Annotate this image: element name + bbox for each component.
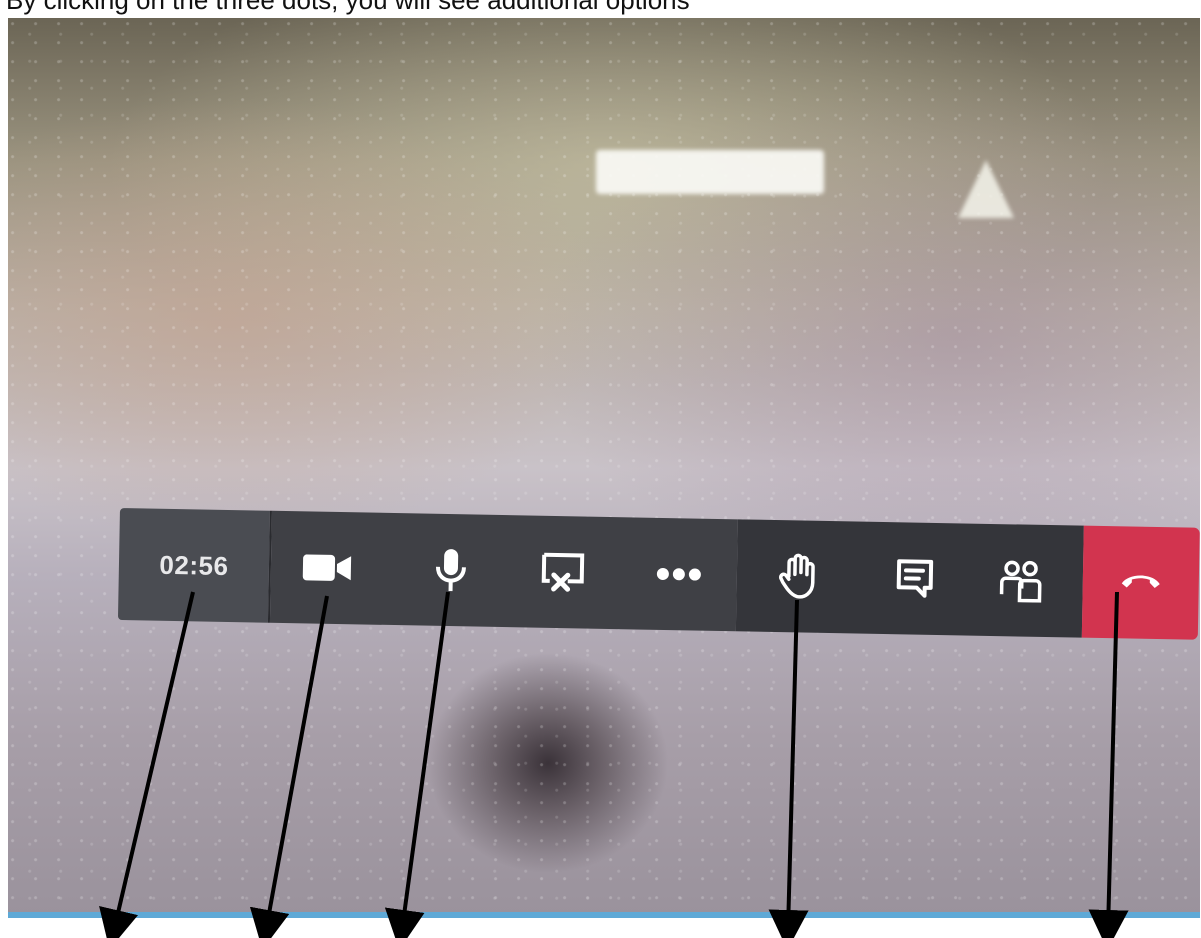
participants-button[interactable]	[990, 550, 1051, 611]
microphone-icon	[433, 547, 468, 594]
photo-bottom-edge	[8, 912, 1200, 918]
more-options-button[interactable]	[648, 544, 709, 605]
chat-button[interactable]	[884, 548, 945, 609]
camera-button[interactable]	[296, 537, 357, 598]
participants-icon	[997, 558, 1044, 603]
stop-share-screen-icon	[538, 551, 589, 594]
video-background-photo	[8, 18, 1200, 918]
share-screen-button[interactable]	[532, 542, 593, 603]
caption-text: By clicking on the three dots, you will …	[6, 0, 690, 15]
call-timer-section: 02:56	[117, 508, 270, 623]
raise-hand-button[interactable]	[768, 546, 829, 607]
ceiling-light-small	[958, 160, 1014, 218]
chat-icon	[894, 557, 935, 600]
raise-hand-icon	[778, 552, 819, 601]
call-timer: 02:56	[159, 549, 229, 581]
video-camera-icon	[301, 550, 354, 585]
call-toolbar: 02:56	[117, 508, 1200, 658]
microphone-button[interactable]	[420, 540, 481, 601]
ceiling-light	[596, 150, 824, 194]
caption-strip: By clicking on the three dots, you will …	[0, 0, 1201, 20]
more-options-icon	[656, 567, 702, 582]
hang-up-button[interactable]	[1081, 525, 1200, 640]
hang-up-icon	[1119, 568, 1164, 598]
